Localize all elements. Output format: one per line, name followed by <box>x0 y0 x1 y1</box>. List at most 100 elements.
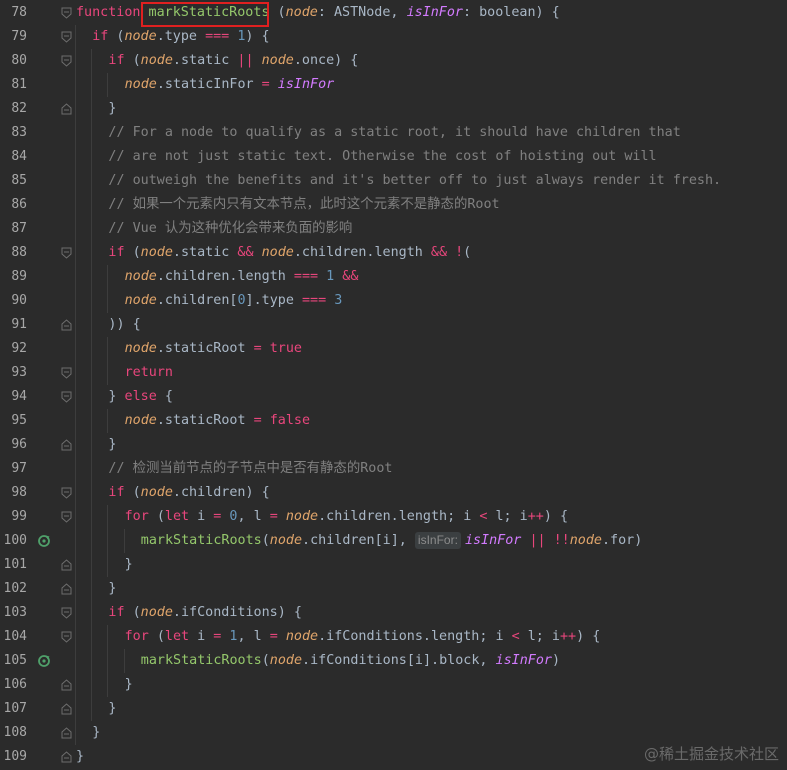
code-text[interactable]: if (node.static || node.once) { <box>108 49 358 73</box>
fold-open-icon[interactable] <box>61 631 72 643</box>
code-line[interactable]: 92 node.staticRoot = true <box>0 337 787 361</box>
fold-close-icon[interactable] <box>61 583 72 595</box>
code-text[interactable]: // Vue 认为这种优化会带来负面的影响 <box>108 217 352 241</box>
fold-close-icon[interactable] <box>61 679 72 691</box>
line-number: 85 <box>11 173 27 188</box>
code-line[interactable]: 107} <box>0 697 787 721</box>
fold-close-icon[interactable] <box>61 559 72 571</box>
code-text[interactable]: } <box>108 577 116 601</box>
code-line[interactable]: 84 // are not just static text. Otherwise… <box>0 145 787 169</box>
code-text[interactable]: node.children.length === 1 && <box>125 265 359 289</box>
fold-close-icon[interactable] <box>61 703 72 715</box>
code-editor[interactable]: 78 function markStaticRoots (node: ASTNod… <box>0 0 787 770</box>
code-text[interactable]: return <box>125 361 173 385</box>
code-text[interactable]: for (let i = 0, l = node.children.length… <box>125 505 568 529</box>
line-number: 99 <box>11 509 27 524</box>
code-line[interactable]: 79 if (node.type === 1) { <box>0 25 787 49</box>
code-line[interactable]: 86 // 如果一个元素内只有文本节点，此时这个元素不是静态的Root <box>0 193 787 217</box>
code-line[interactable]: 99 for (let i = 0, l = node.children.leng… <box>0 505 787 529</box>
code-text[interactable]: )) { <box>108 313 140 337</box>
line-number: 108 <box>3 725 27 740</box>
fold-open-icon[interactable] <box>61 607 72 619</box>
line-number: 87 <box>11 221 27 236</box>
recursive-call-icon[interactable] <box>37 534 51 548</box>
line-number: 88 <box>11 245 27 260</box>
code-line[interactable]: 78 function markStaticRoots (node: ASTNod… <box>0 1 787 27</box>
code-text[interactable]: if (node.type === 1) { <box>92 25 269 49</box>
fold-close-icon[interactable] <box>61 439 72 451</box>
code-text[interactable]: } else { <box>108 385 173 409</box>
code-text[interactable]: } <box>125 673 133 697</box>
code-line[interactable]: 101} <box>0 553 787 577</box>
code-text[interactable]: // For a node to qualify as a static roo… <box>108 121 680 145</box>
line-number: 106 <box>3 677 27 692</box>
line-number: 107 <box>3 701 27 716</box>
code-line[interactable]: 87 // Vue 认为这种优化会带来负面的影响 <box>0 217 787 241</box>
code-line[interactable]: 88 if (node.static && node.children.lengt… <box>0 241 787 265</box>
code-text[interactable]: node.children[0].type === 3 <box>125 289 343 313</box>
code-text[interactable]: node.staticInFor = isInFor <box>125 73 335 97</box>
line-number: 100 <box>3 533 27 548</box>
code-text[interactable]: } <box>92 721 100 745</box>
fold-open-icon[interactable] <box>61 31 72 43</box>
code-line[interactable]: 85 // outweigh the benefits and it's bett… <box>0 169 787 193</box>
parameter-hint-isInFor: isInFor: <box>414 532 461 549</box>
line-number: 96 <box>11 437 27 452</box>
code-line[interactable]: 106} <box>0 673 787 697</box>
code-line[interactable]: 102} <box>0 577 787 601</box>
recursive-call-icon[interactable] <box>37 654 51 668</box>
code-text[interactable]: node.staticRoot = false <box>125 409 310 433</box>
code-line[interactable]: 89 node.children.length === 1 && <box>0 265 787 289</box>
fold-open-icon[interactable] <box>61 511 72 523</box>
fold-open-icon[interactable] <box>61 391 72 403</box>
fold-open-icon[interactable] <box>61 247 72 259</box>
code-text[interactable]: } <box>108 433 116 457</box>
fold-close-icon[interactable] <box>61 727 72 739</box>
code-text[interactable]: if (node.static && node.children.length … <box>108 241 471 265</box>
fold-close-icon[interactable] <box>61 751 72 763</box>
fold-close-icon[interactable] <box>61 319 72 331</box>
code-line[interactable]: 103 if (node.ifConditions) { <box>0 601 787 625</box>
line-number: 89 <box>11 269 27 284</box>
code-line[interactable]: 100 markStaticRoots(node.children[i], isI… <box>0 529 787 553</box>
code-text[interactable]: // 如果一个元素内只有文本节点，此时这个元素不是静态的Root <box>108 193 499 217</box>
line-number: 84 <box>11 149 27 164</box>
code-line[interactable]: 93 return <box>0 361 787 385</box>
code-text[interactable]: if (node.children) { <box>108 481 269 505</box>
code-text[interactable]: // 检测当前节点的子节点中是否有静态的Root <box>108 457 392 481</box>
code-text[interactable]: markStaticRoots(node.children[i], isInFo… <box>141 529 642 553</box>
code-line[interactable]: 105 markStaticRoots(node.ifConditions[i].… <box>0 649 787 673</box>
code-line[interactable]: 82} <box>0 97 787 121</box>
code-text[interactable]: markStaticRoots(node.ifConditions[i].blo… <box>141 649 560 673</box>
code-text[interactable]: if (node.ifConditions) { <box>108 601 302 625</box>
code-text[interactable]: // are not just static text. Otherwise t… <box>108 145 656 169</box>
code-text[interactable]: // outweigh the benefits and it's better… <box>108 169 721 193</box>
code-line[interactable]: 95 node.staticRoot = false <box>0 409 787 433</box>
code-line[interactable]: 108} <box>0 721 787 745</box>
code-text[interactable]: } <box>108 97 116 121</box>
code-line[interactable]: 90 node.children[0].type === 3 <box>0 289 787 313</box>
code-text[interactable]: } <box>108 697 116 721</box>
code-text[interactable]: } <box>125 553 133 577</box>
fold-open-icon[interactable] <box>61 367 72 379</box>
code-line[interactable]: 91)) { <box>0 313 787 337</box>
code-line[interactable]: 81 node.staticInFor = isInFor <box>0 73 787 97</box>
code-line[interactable]: 94} else { <box>0 385 787 409</box>
code-line[interactable]: 83 // For a node to qualify as a static r… <box>0 121 787 145</box>
fold-open-icon[interactable] <box>61 487 72 499</box>
code-text[interactable]: node.staticRoot = true <box>125 337 302 361</box>
fold-close-icon[interactable] <box>61 103 72 115</box>
code-line[interactable]: 98 if (node.children) { <box>0 481 787 505</box>
fold-open-icon[interactable] <box>61 7 72 19</box>
code-line[interactable]: 96} <box>0 433 787 457</box>
line-number: 109 <box>3 749 27 764</box>
code-text[interactable]: for (let i = 1, l = node.ifConditions.le… <box>125 625 601 649</box>
line-number: 93 <box>11 365 27 380</box>
line-number: 82 <box>11 101 27 116</box>
code-line[interactable]: 97 // 检测当前节点的子节点中是否有静态的Root <box>0 457 787 481</box>
fold-open-icon[interactable] <box>61 55 72 67</box>
line-number: 97 <box>11 461 27 476</box>
code-line[interactable]: 80 if (node.static || node.once) { <box>0 49 787 73</box>
code-line[interactable]: 104 for (let i = 1, l = node.ifConditions… <box>0 625 787 649</box>
code-text[interactable]: } <box>76 745 84 769</box>
